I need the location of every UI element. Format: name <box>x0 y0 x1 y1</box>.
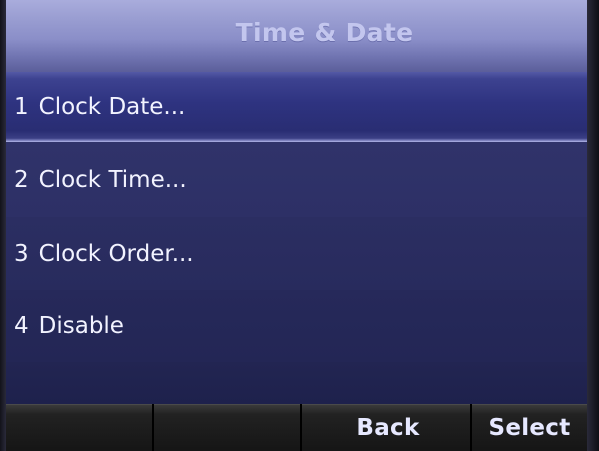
menu-item-number: 2 <box>14 166 29 193</box>
menu-item-clock-time[interactable]: 2 Clock Time... <box>0 142 599 217</box>
back-softkey[interactable]: Back <box>310 404 466 451</box>
softkey-1[interactable] <box>6 404 152 451</box>
phone-screen: Time & Date 1 Clock Date... 2 Clock Time… <box>0 0 599 451</box>
menu-item-number: 3 <box>14 240 29 267</box>
softkey-divider <box>300 404 302 451</box>
menu-list: 1 Clock Date... 2 Clock Time... 3 Clock … <box>0 72 599 362</box>
menu-item-label: Clock Time... <box>38 166 187 193</box>
menu-item-clock-date[interactable]: 1 Clock Date... <box>0 72 599 142</box>
select-softkey[interactable]: Select <box>472 404 587 451</box>
menu-item-number: 1 <box>14 93 29 120</box>
menu-item-label: Clock Date... <box>38 93 186 120</box>
menu-item-disable[interactable]: 4 Disable <box>0 290 599 362</box>
menu-item-number: 4 <box>14 313 29 339</box>
softkey-2[interactable] <box>154 404 300 451</box>
screen-bezel-left <box>0 0 6 451</box>
title-bar: Time & Date <box>0 0 599 72</box>
menu-item-clock-order[interactable]: 3 Clock Order... <box>0 217 599 290</box>
menu-item-label: Clock Order... <box>38 240 194 267</box>
screen-bezel-right <box>587 0 599 451</box>
screen-title: Time & Date <box>235 17 414 47</box>
menu-empty-area <box>0 362 599 404</box>
menu-item-label: Disable <box>38 313 124 339</box>
